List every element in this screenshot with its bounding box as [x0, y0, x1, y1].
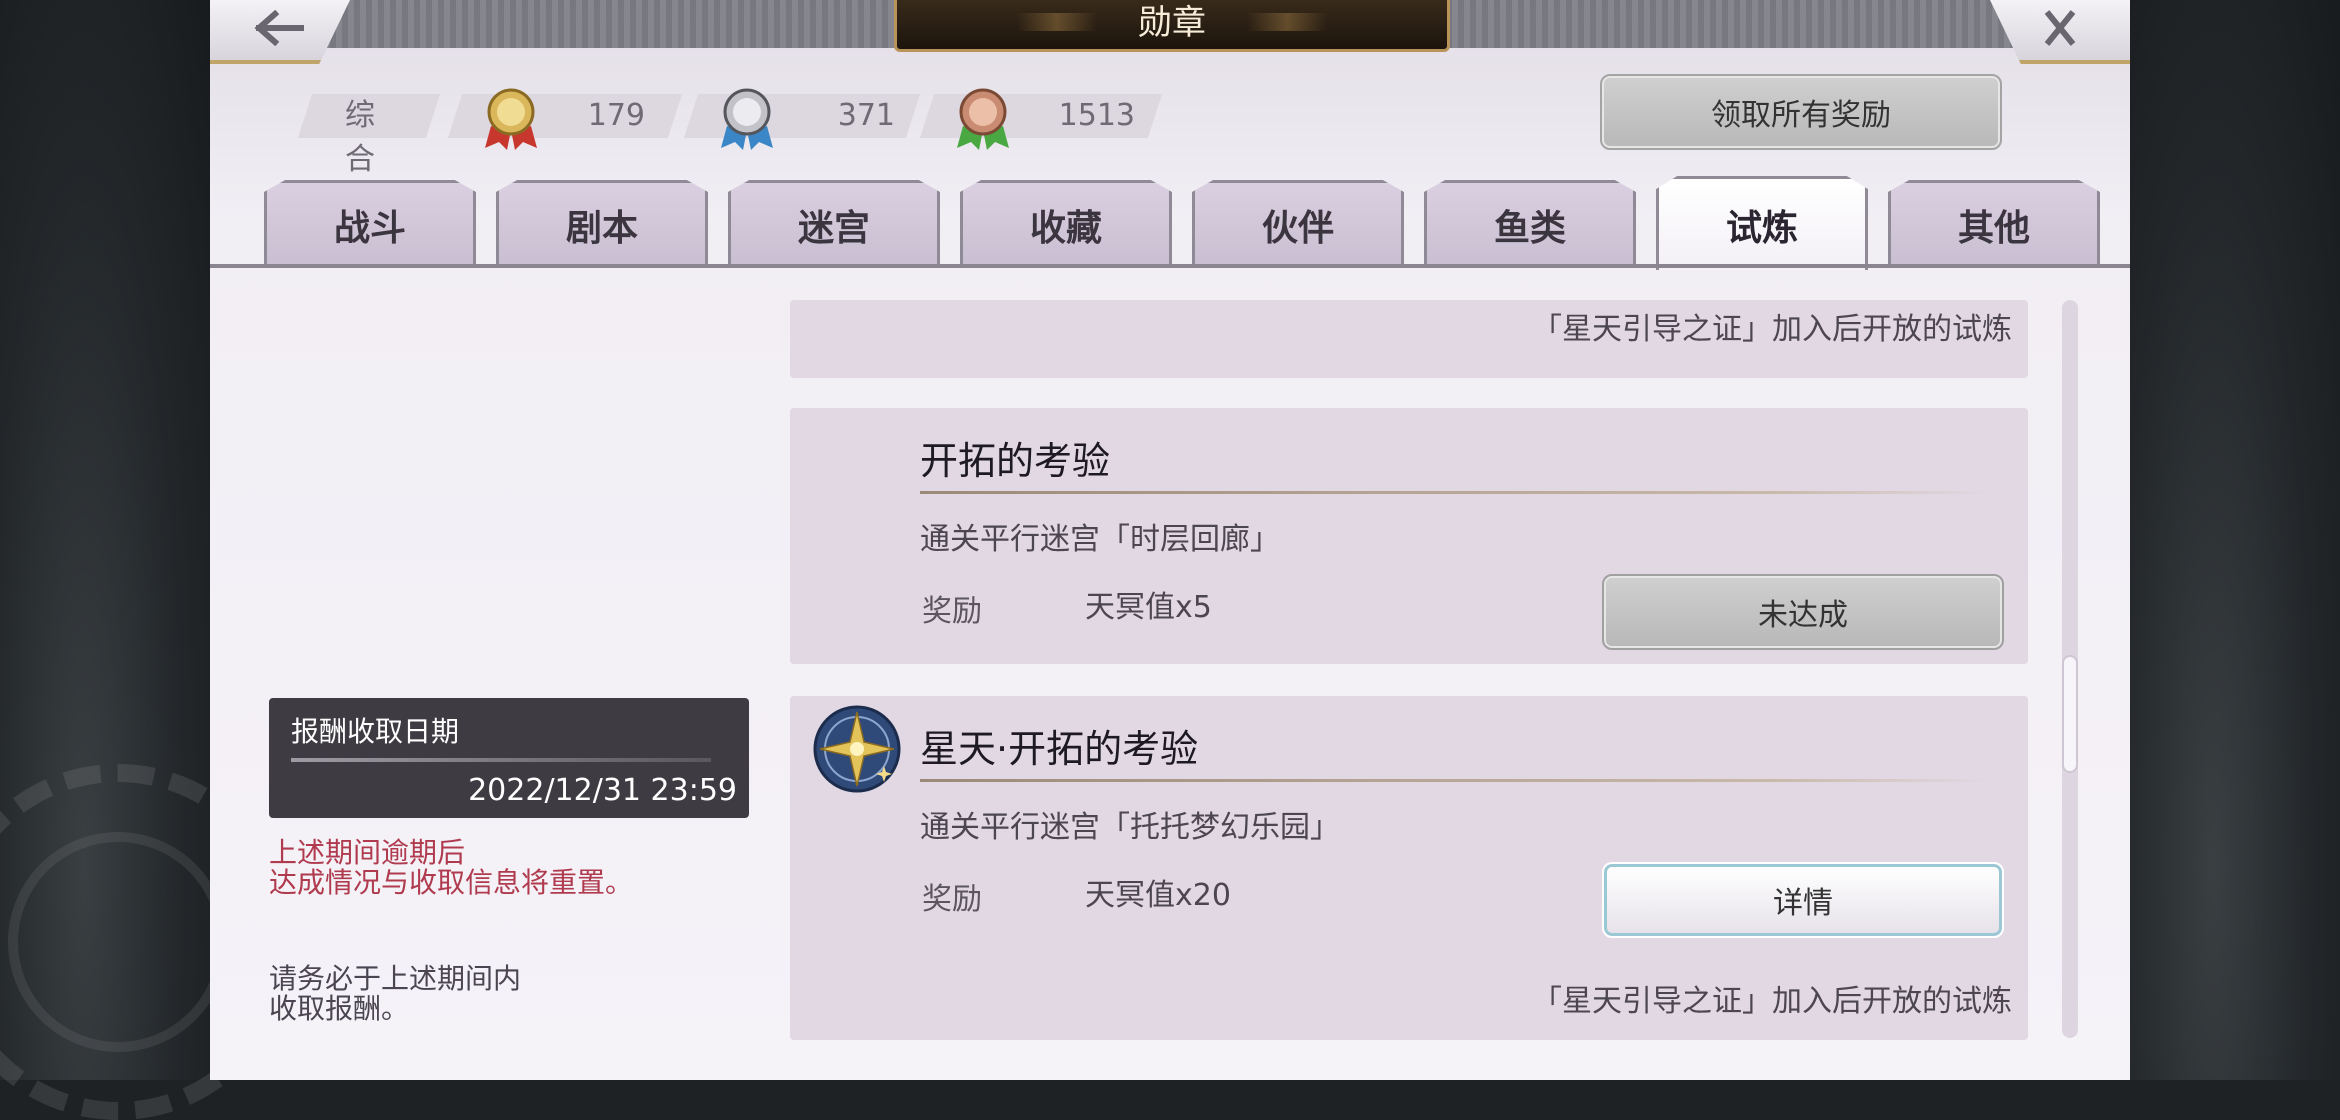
tab-baseline	[210, 264, 2130, 268]
tab-collection[interactable]: 收藏	[960, 180, 1172, 266]
deadline-date: 2022/12/31 23:59	[468, 773, 737, 808]
deadline-divider	[291, 758, 711, 762]
close-icon	[2033, 8, 2087, 52]
card-divider	[920, 491, 1988, 494]
details-button[interactable]: 详情	[1602, 862, 2004, 938]
claim-all-button[interactable]: 领取所有奖励	[1600, 74, 2002, 150]
card-description: 通关平行迷宫「托托梦幻乐园」	[920, 810, 1340, 845]
trial-card: 星天·开拓的考验 通关平行迷宫「托托梦幻乐园」 奖励 天冥值x20 详情 「星天…	[790, 696, 2028, 1040]
tab-trial[interactable]: 试炼	[1656, 176, 1868, 270]
card-title: 开拓的考验	[920, 439, 1111, 483]
reward-value: 天冥值x20	[1085, 878, 1231, 913]
background-right	[2130, 0, 2340, 1080]
tab-other[interactable]: 其他	[1888, 180, 2100, 266]
card-divider	[920, 779, 1988, 782]
tab-script[interactable]: 剧本	[496, 180, 708, 266]
card-footnote: 「星天引导之证」加入后开放的试炼	[1532, 984, 2012, 1019]
reset-warning: 上述期间逾期后 达成情况与收取信息将重置。	[269, 836, 634, 899]
gold-count: 179	[587, 98, 645, 133]
silver-medal-icon	[719, 86, 775, 152]
not-achieved-button[interactable]: 未达成	[1602, 574, 2004, 650]
reward-label: 奖励	[922, 882, 982, 917]
card-description: 通关平行迷宫「时层回廊」	[920, 522, 1280, 557]
page-title: 勋章	[894, 0, 1450, 52]
card-title: 星天·开拓的考验	[920, 727, 1199, 771]
back-arrow-icon	[253, 8, 307, 52]
deadline-box: 报酬收取日期 2022/12/31 23:59	[269, 698, 749, 818]
tab-companion[interactable]: 伙伴	[1192, 180, 1404, 266]
reward-label: 奖励	[922, 594, 982, 629]
tab-dungeon[interactable]: 迷宫	[728, 180, 940, 266]
deadline-title: 报酬收取日期	[291, 715, 460, 748]
bronze-count: 1513	[1058, 98, 1135, 133]
tab-battle[interactable]: 战斗	[264, 180, 476, 266]
medal-panel: 勋章 综合 179 371 1513 领取所有奖励 战斗 剧本 迷宫 收藏 伙伴…	[210, 0, 2130, 1080]
trial-card: 开拓的考验 通关平行迷宫「时层回廊」 奖励 天冥值x5 未达成	[790, 408, 2028, 664]
background-left	[0, 0, 296, 1120]
trial-card: 「星天引导之证」加入后开放的试炼	[790, 300, 2028, 378]
close-button[interactable]	[1990, 0, 2130, 64]
category-tabs: 战斗 剧本 迷宫 收藏 伙伴 鱼类 试炼 其他	[250, 176, 2110, 270]
gold-medal-icon	[483, 86, 539, 152]
trial-list: 「星天引导之证」加入后开放的试炼 开拓的考验 通关平行迷宫「时层回廊」 奖励 天…	[790, 300, 2028, 1060]
back-button[interactable]	[210, 0, 350, 64]
scrollbar-thumb[interactable]	[2062, 655, 2078, 773]
bronze-medal-icon	[955, 86, 1011, 152]
reward-value: 天冥值x5	[1085, 590, 1212, 625]
silver-count: 371	[837, 98, 895, 133]
star-compass-badge-icon	[812, 704, 902, 794]
tab-fish[interactable]: 鱼类	[1424, 180, 1636, 266]
claim-reminder: 请务必于上述期间内 收取报酬。	[269, 962, 522, 1025]
reward-period-sidebar: 报酬收取日期 2022/12/31 23:59 上述期间逾期后 达成情况与收取信…	[269, 698, 749, 1024]
card-footnote: 「星天引导之证」加入后开放的试炼	[1532, 312, 2012, 347]
summary-label: 综合	[345, 98, 375, 177]
